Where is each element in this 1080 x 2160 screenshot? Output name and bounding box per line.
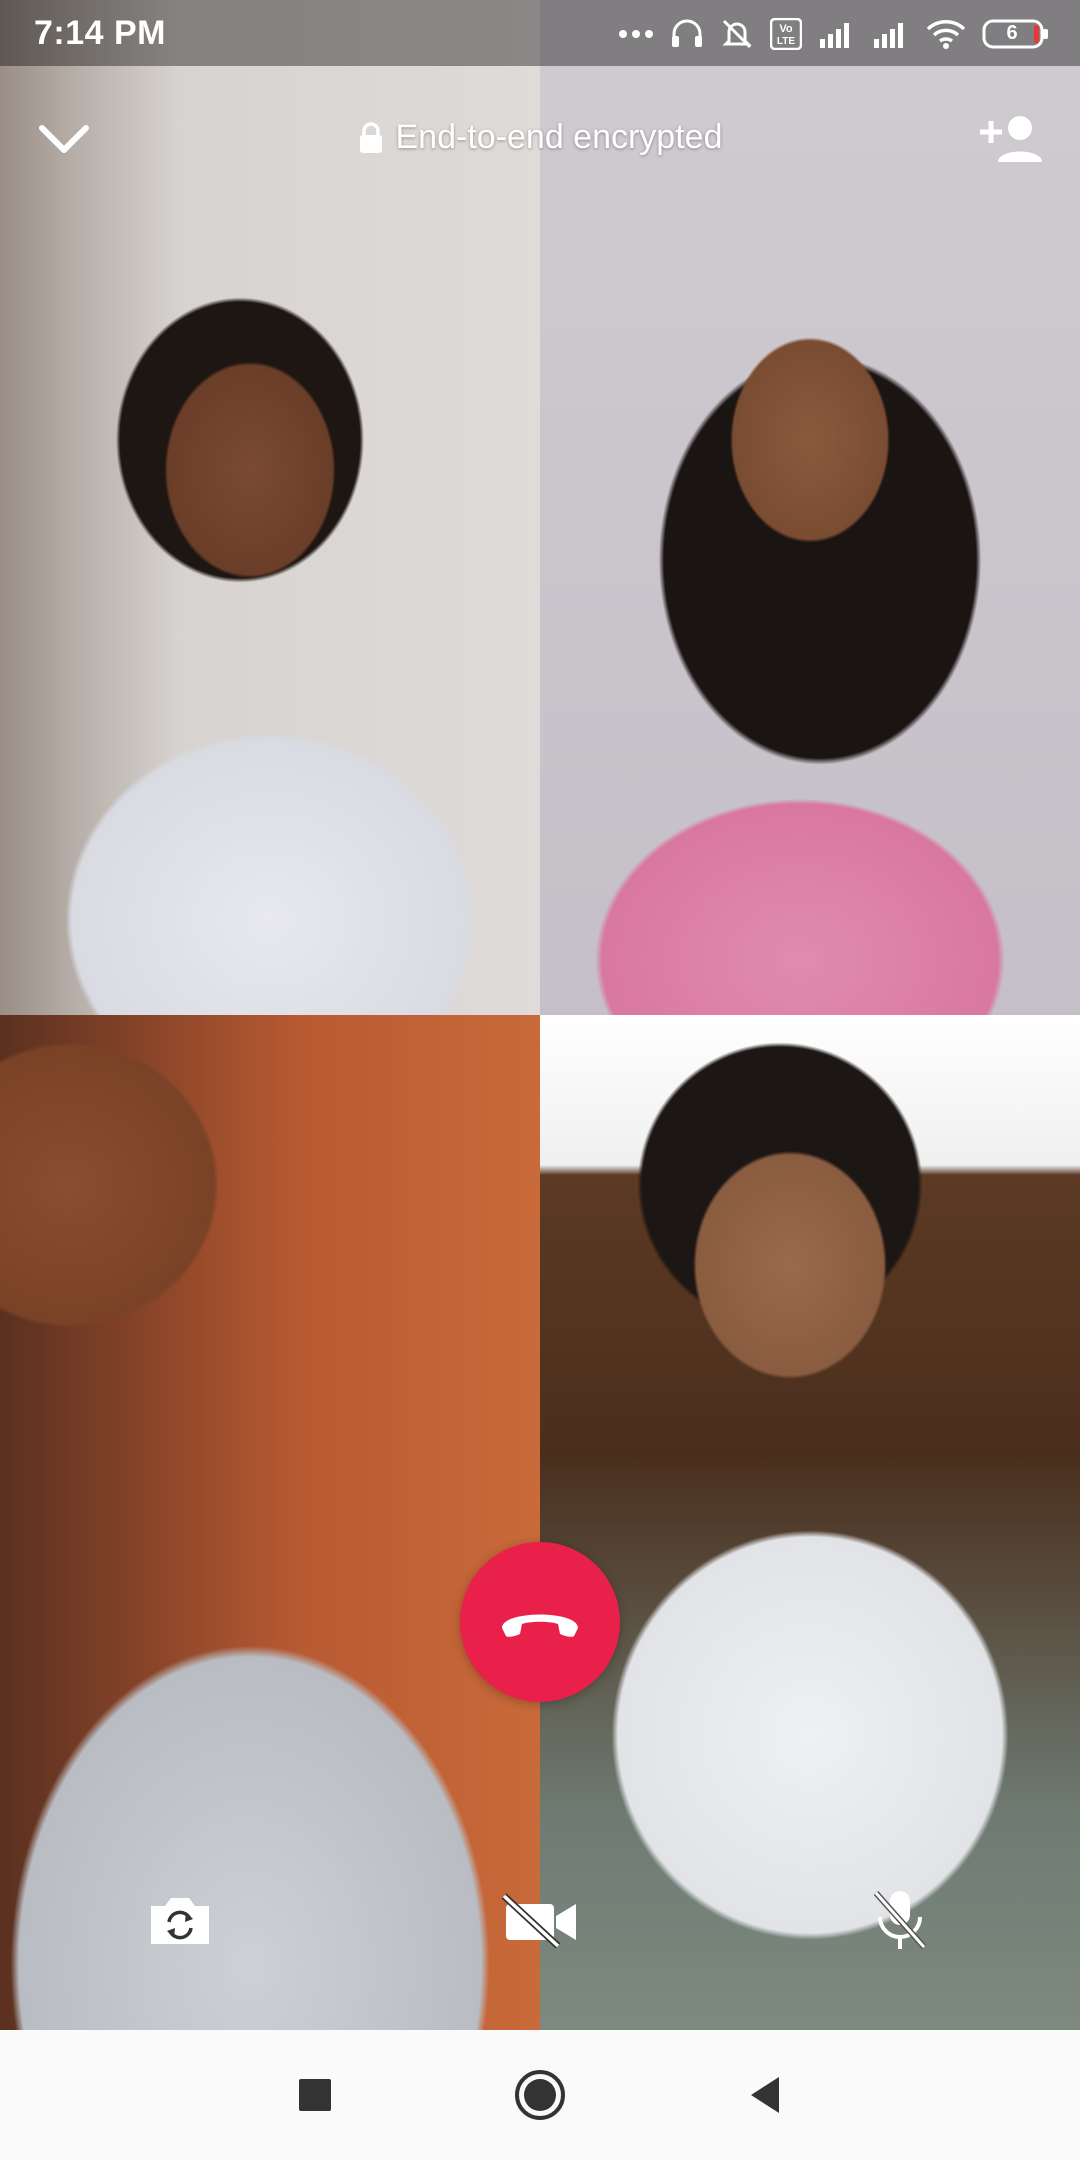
end-call-button[interactable] (460, 1542, 620, 1702)
status-time: 7:14 PM (34, 14, 166, 52)
headset-icon (670, 18, 704, 50)
video-off-icon (501, 1893, 576, 1948)
triangle-back-icon (751, 2077, 779, 2113)
home-button[interactable] (510, 2065, 570, 2125)
volte-icon: Vo LTE (770, 18, 802, 50)
participant-video-4[interactable] (540, 1015, 1080, 2030)
camera-flip-icon (151, 1898, 209, 1944)
toggle-mute-button[interactable] (860, 1880, 940, 1960)
recents-button[interactable] (285, 2065, 345, 2125)
square-icon (299, 2079, 331, 2111)
muted-bell-icon (720, 17, 754, 51)
circle-icon (515, 2070, 565, 2120)
battery-icon: 6 (982, 18, 1050, 50)
navigation-bar (0, 2030, 1080, 2160)
add-participant-button[interactable] (976, 112, 1046, 168)
call-header: End-to-end encrypted (0, 100, 1080, 180)
back-button[interactable] (735, 2065, 795, 2125)
mic-off-icon (873, 1891, 927, 1949)
status-icons: Vo LTE 6 (618, 12, 1050, 56)
lock-icon (359, 121, 382, 153)
more-dots-icon (618, 29, 654, 39)
svg-text:Vo: Vo (779, 23, 793, 35)
encryption-status: End-to-end encrypted (0, 118, 1080, 163)
status-bar: 7:14 PM Vo LTE 6 (0, 0, 1080, 66)
participant-video-3[interactable] (0, 1015, 540, 2030)
svg-text:LTE: LTE (777, 36, 795, 47)
add-person-icon (980, 116, 1042, 162)
signal-icon (818, 19, 856, 49)
flip-camera-button[interactable] (140, 1880, 220, 1960)
toggle-video-button[interactable] (500, 1880, 580, 1960)
battery-level: 6 (1006, 22, 1018, 44)
encryption-label: End-to-end encrypted (395, 118, 723, 156)
video-grid (0, 0, 1080, 2030)
phone-hangup-icon (502, 1614, 578, 1637)
call-controls (0, 1880, 1080, 1970)
wifi-icon (926, 18, 966, 50)
signal-icon (872, 19, 910, 49)
